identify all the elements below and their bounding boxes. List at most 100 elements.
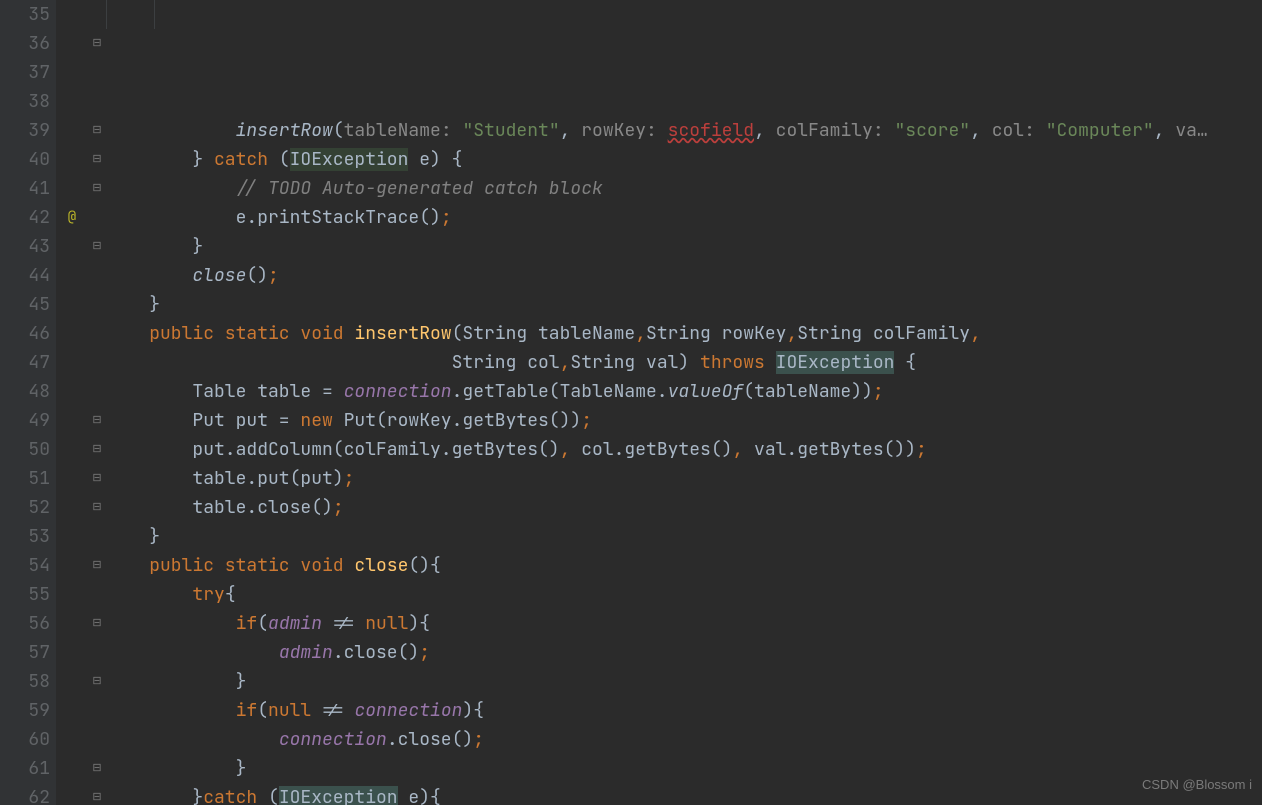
indent-guide [154,0,155,29]
annotation-marker: @ [56,203,88,232]
annotation-marker [56,551,88,580]
annotation-marker [56,725,88,754]
line-number: 43 [10,232,50,261]
annotation-marker [56,667,88,696]
code-line[interactable]: if(null != connection){ [106,696,1262,725]
code-line[interactable]: } [106,667,1262,696]
code-line[interactable]: insertRow(tableName: "Student", rowKey: … [106,116,1262,145]
annotation-gutter: @ [56,0,88,805]
fold-marker[interactable]: ⊟ [88,406,106,435]
fold-marker[interactable]: ⊟ [88,667,106,696]
code-line[interactable]: String col,String val) throws IOExceptio… [106,348,1262,377]
line-number: 59 [10,696,50,725]
fold-marker [88,261,106,290]
code-line[interactable]: e.printStackTrace(); [106,203,1262,232]
line-number: 62 [10,783,50,805]
code-editor[interactable]: 3536373839404142434445464748495051525354… [0,0,1262,805]
line-number: 36 [10,29,50,58]
fold-marker[interactable]: ⊟ [88,783,106,805]
line-number: 52 [10,493,50,522]
line-number: 50 [10,435,50,464]
code-area[interactable]: insertRow(tableName: "Student", rowKey: … [106,0,1262,805]
fold-marker[interactable]: ⊟ [88,145,106,174]
line-number: 37 [10,58,50,87]
fold-marker [88,522,106,551]
code-line[interactable]: close(); [106,261,1262,290]
line-number: 38 [10,87,50,116]
fold-marker [88,638,106,667]
code-line[interactable]: }catch (IOException e){ [106,783,1262,805]
line-number-gutter: 3536373839404142434445464748495051525354… [0,0,56,805]
annotation-marker [56,754,88,783]
annotation-marker [56,435,88,464]
fold-marker[interactable]: ⊟ [88,29,106,58]
code-line[interactable]: } [106,522,1262,551]
code-line[interactable]: public static void insertRow(String tabl… [106,319,1262,348]
code-line[interactable]: connection.close(); [106,725,1262,754]
fold-marker [88,0,106,29]
code-line[interactable]: Put put = new Put(rowKey.getBytes()); [106,406,1262,435]
fold-marker[interactable]: ⊟ [88,435,106,464]
line-number: 60 [10,725,50,754]
line-number: 35 [10,0,50,29]
fold-marker[interactable]: ⊟ [88,493,106,522]
annotation-marker [56,580,88,609]
fold-marker [88,319,106,348]
annotation-marker [56,319,88,348]
code-line[interactable]: public static void close(){ [106,551,1262,580]
annotation-marker [56,377,88,406]
fold-marker [88,580,106,609]
fold-marker [88,725,106,754]
line-number: 45 [10,290,50,319]
code-line[interactable]: try{ [106,580,1262,609]
code-line[interactable]: Table table = connection.getTable(TableN… [106,377,1262,406]
code-line[interactable]: if(admin != null){ [106,609,1262,638]
fold-marker[interactable]: ⊟ [88,116,106,145]
code-line[interactable]: table.put(put); [106,464,1262,493]
annotation-marker [56,348,88,377]
line-number: 56 [10,609,50,638]
fold-marker[interactable]: ⊟ [88,551,106,580]
line-number: 55 [10,580,50,609]
line-number: 46 [10,319,50,348]
annotation-marker [56,609,88,638]
annotation-marker [56,232,88,261]
fold-marker[interactable]: ⊟ [88,464,106,493]
annotation-marker [56,174,88,203]
fold-marker[interactable]: ⊟ [88,609,106,638]
line-number: 58 [10,667,50,696]
fold-marker [88,203,106,232]
line-number: 41 [10,174,50,203]
fold-marker[interactable]: ⊟ [88,174,106,203]
line-number: 53 [10,522,50,551]
code-line[interactable]: put.addColumn(colFamily.getBytes(), col.… [106,435,1262,464]
code-line[interactable]: // TODO Auto-generated catch block [106,174,1262,203]
code-line[interactable]: } [106,754,1262,783]
annotation-marker [56,58,88,87]
fold-gutter[interactable]: ⊟⊟⊟⊟⊟⊟⊟⊟⊟⊟⊟⊟⊟⊟ [88,0,106,805]
indent-guide [106,0,107,29]
code-line[interactable]: } [106,232,1262,261]
annotation-marker [56,783,88,805]
annotation-marker [56,522,88,551]
code-line[interactable]: table.close(); [106,493,1262,522]
fold-marker [88,348,106,377]
line-number: 61 [10,754,50,783]
line-number: 49 [10,406,50,435]
annotation-marker [56,0,88,29]
fold-marker [88,290,106,319]
line-number: 48 [10,377,50,406]
fold-marker[interactable]: ⊟ [88,754,106,783]
annotation-marker [56,116,88,145]
annotation-marker [56,261,88,290]
line-number: 47 [10,348,50,377]
watermark-text: CSDN @Blossom i [1142,770,1252,799]
annotation-marker [56,145,88,174]
code-line[interactable]: } catch (IOException e) { [106,145,1262,174]
fold-marker [88,87,106,116]
code-line[interactable]: admin.close(); [106,638,1262,667]
code-line[interactable]: } [106,290,1262,319]
fold-marker[interactable]: ⊟ [88,232,106,261]
line-number: 40 [10,145,50,174]
annotation-marker [56,87,88,116]
